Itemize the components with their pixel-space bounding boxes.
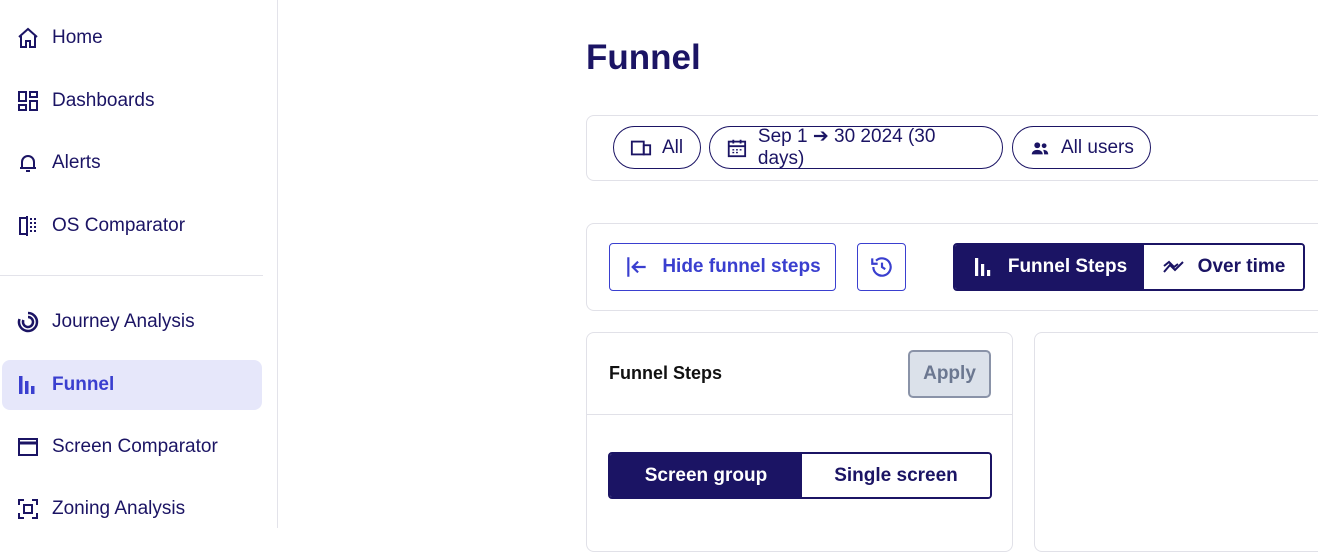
history-button[interactable] [857, 243, 906, 291]
sidebar-item-dashboards[interactable]: Dashboards [2, 76, 262, 126]
sidebar-item-zoning-analysis[interactable]: Zoning Analysis [2, 484, 262, 534]
dashboard-icon [16, 88, 42, 114]
sidebar-divider [0, 275, 263, 276]
funnel-steps-panel: Funnel Steps Apply Screen group Single s… [586, 332, 1013, 552]
devices-icon [630, 140, 652, 155]
calendar-icon [727, 139, 747, 157]
compare-icon [16, 213, 42, 239]
funnel-toolbar: Hide funnel steps Funnel Steps Over time [586, 223, 1318, 311]
apply-button[interactable]: Apply [908, 350, 991, 398]
hide-funnel-steps-label: Hide funnel steps [662, 256, 821, 277]
segment-filter-pill[interactable]: All users [1012, 126, 1151, 169]
step-mode-toggle: Screen group Single screen [608, 452, 992, 499]
sidebar-item-funnel[interactable]: Funnel [2, 360, 262, 410]
funnel-bars-icon [16, 372, 42, 398]
sidebar-item-alerts[interactable]: Alerts [2, 138, 262, 188]
home-icon [16, 25, 42, 51]
sidebar-item-label: Zoning Analysis [52, 498, 186, 519]
panel-title: Funnel Steps [609, 363, 723, 383]
view-option-label: Funnel Steps [1007, 256, 1128, 277]
device-filter-label: All [662, 136, 684, 158]
date-range-pill[interactable]: Sep 1 ➔ 30 2024 (30 days) [709, 126, 1003, 169]
date-range-label: Sep 1 ➔ 30 2024 (30 days) [757, 126, 936, 169]
sidebar-item-label: OS Comparator [52, 215, 186, 236]
history-icon [870, 257, 892, 277]
sidebar-item-label: Alerts [52, 152, 101, 173]
sidebar-item-label: Journey Analysis [52, 311, 195, 332]
hide-funnel-steps-button[interactable]: Hide funnel steps [609, 243, 836, 291]
journey-icon [16, 309, 42, 335]
filter-bar: All Sep 1 ➔ 30 2024 (30 days) All users [586, 115, 1318, 181]
segment-filter-label: All users [1061, 136, 1134, 158]
window-icon [16, 434, 42, 460]
bell-icon [16, 150, 42, 176]
view-option-label: Over time [1197, 256, 1286, 277]
sidebar: Home Dashboards Alerts OS Comparator Jou… [0, 0, 278, 528]
panel-header: Funnel Steps Apply [587, 333, 1012, 415]
funnel-bars-icon [974, 258, 991, 276]
collapse-left-icon [627, 257, 646, 277]
users-icon [1031, 141, 1049, 154]
sidebar-item-label: Dashboards [52, 90, 155, 111]
device-filter-pill[interactable]: All [613, 126, 701, 169]
view-option-over-time[interactable]: Over time [1144, 245, 1303, 289]
sidebar-item-journey-analysis[interactable]: Journey Analysis [2, 297, 262, 347]
sidebar-item-home[interactable]: Home [2, 13, 262, 63]
trend-icon [1162, 260, 1184, 273]
sidebar-item-label: Funnel [52, 374, 115, 395]
sidebar-item-os-comparator[interactable]: OS Comparator [2, 201, 262, 251]
sidebar-item-screen-comparator[interactable]: Screen Comparator [2, 422, 262, 472]
funnel-chart-panel [1034, 332, 1318, 552]
sidebar-item-label: Screen Comparator [52, 436, 218, 457]
mode-option-single-screen[interactable]: Single screen [802, 454, 990, 497]
zoning-icon [16, 496, 42, 522]
sidebar-item-label: Home [52, 27, 103, 48]
page-title: Funnel [586, 38, 701, 77]
view-option-funnel-steps[interactable]: Funnel Steps [955, 245, 1144, 289]
mode-option-screen-group[interactable]: Screen group [610, 454, 802, 497]
view-toggle: Funnel Steps Over time [953, 243, 1305, 291]
